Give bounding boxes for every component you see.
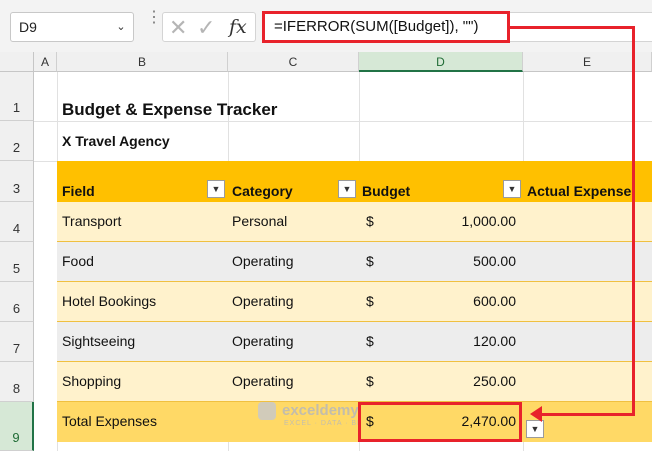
table-row <box>57 322 652 362</box>
select-all-corner[interactable] <box>0 52 34 72</box>
cell-currency: $ <box>366 213 374 229</box>
header-budget[interactable]: Budget <box>362 183 410 199</box>
total-dropdown-icon[interactable]: ▼ <box>526 420 544 438</box>
chevron-down-icon[interactable]: ⌄ <box>113 18 129 36</box>
row-number: 4 <box>12 221 21 236</box>
row-header-4[interactable]: 4 <box>0 202 34 242</box>
row-header-7[interactable]: 7 <box>0 322 34 362</box>
cell-field[interactable]: Sightseeing <box>62 333 135 349</box>
annotation-arrow <box>540 413 635 416</box>
row-header-3[interactable]: 3 <box>0 161 34 202</box>
row-number: 9 <box>12 430 20 445</box>
name-box[interactable]: D9 ⌄ <box>10 12 134 42</box>
cell-category[interactable]: Personal <box>232 213 287 229</box>
row-header-9[interactable]: 9 <box>0 402 34 451</box>
annotation-arrow <box>510 26 634 29</box>
cell-currency: $ <box>366 293 374 309</box>
row-header-2[interactable]: 2 <box>0 121 34 161</box>
cell-category[interactable]: Operating <box>232 373 293 389</box>
header-actual-expense[interactable]: Actual Expense <box>527 183 631 199</box>
table-row <box>57 362 652 402</box>
total-label[interactable]: Total Expenses <box>62 413 157 429</box>
sheet-subtitle[interactable]: X Travel Agency <box>62 133 170 149</box>
cell-budget[interactable]: 600.00 <box>400 293 516 309</box>
watermark-name: exceldemy <box>282 402 359 419</box>
more-options-icon[interactable]: ⋮ <box>146 10 162 38</box>
highlight-box <box>358 402 522 442</box>
gridline <box>34 121 652 122</box>
watermark-tagline: EXCEL · DATA · BI <box>284 420 360 428</box>
row-number: 8 <box>12 381 21 396</box>
row-header-6[interactable]: 6 <box>0 282 34 322</box>
annotation-arrow <box>632 26 635 416</box>
cell-budget[interactable]: 250.00 <box>400 373 516 389</box>
row-number: 1 <box>12 100 21 115</box>
cell-currency: $ <box>366 373 374 389</box>
row-number: 7 <box>12 341 21 356</box>
cell-category[interactable]: Operating <box>232 253 293 269</box>
column-header-a[interactable]: A <box>34 52 57 72</box>
row-header-8[interactable]: 8 <box>0 362 34 402</box>
column-header-d[interactable]: D <box>359 52 523 72</box>
row-number: 5 <box>12 261 21 276</box>
row-number: 3 <box>12 181 21 196</box>
cell-budget[interactable]: 120.00 <box>400 333 516 349</box>
column-header-b[interactable]: B <box>57 52 228 72</box>
formula-controls: ✕ ✓ fx <box>162 12 256 42</box>
filter-dropdown-icon[interactable]: ▼ <box>338 180 356 198</box>
cancel-icon[interactable]: ✕ <box>169 15 187 41</box>
table-row <box>57 202 652 242</box>
cell-field[interactable]: Food <box>62 253 94 269</box>
arrowhead-icon <box>530 406 542 422</box>
row-header-5[interactable]: 5 <box>0 242 34 282</box>
column-header-c[interactable]: C <box>228 52 359 72</box>
cell-budget[interactable]: 1,000.00 <box>400 213 517 229</box>
cell-field[interactable]: Transport <box>62 213 121 229</box>
filter-dropdown-icon[interactable]: ▼ <box>503 180 521 198</box>
row-header-1[interactable]: 1 <box>0 72 34 121</box>
cell-category[interactable]: Operating <box>232 333 293 349</box>
row-number: 6 <box>12 301 21 316</box>
cell-category[interactable]: Operating <box>232 293 293 309</box>
filter-dropdown-icon[interactable]: ▼ <box>207 180 225 198</box>
insert-function-icon[interactable]: fx <box>229 16 247 38</box>
cell-currency: $ <box>366 253 374 269</box>
cell-field[interactable]: Shopping <box>62 373 121 389</box>
watermark: exceldemy EXCEL · DATA · BI <box>258 402 360 427</box>
cell-budget[interactable]: 500.00 <box>400 253 516 269</box>
formula-input[interactable]: =IFERROR(SUM([Budget]), "") <box>262 11 510 43</box>
enter-check-icon[interactable]: ✓ <box>197 15 215 41</box>
header-category[interactable]: Category <box>232 183 293 199</box>
cell-currency: $ <box>366 333 374 349</box>
table-row <box>57 242 652 282</box>
watermark-logo-icon <box>258 402 276 421</box>
name-box-value: D9 <box>19 19 37 35</box>
header-field[interactable]: Field <box>62 183 95 199</box>
row-number: 2 <box>12 140 21 155</box>
cell-field[interactable]: Hotel Bookings <box>62 293 156 309</box>
sheet-title[interactable]: Budget & Expense Tracker <box>62 100 277 120</box>
